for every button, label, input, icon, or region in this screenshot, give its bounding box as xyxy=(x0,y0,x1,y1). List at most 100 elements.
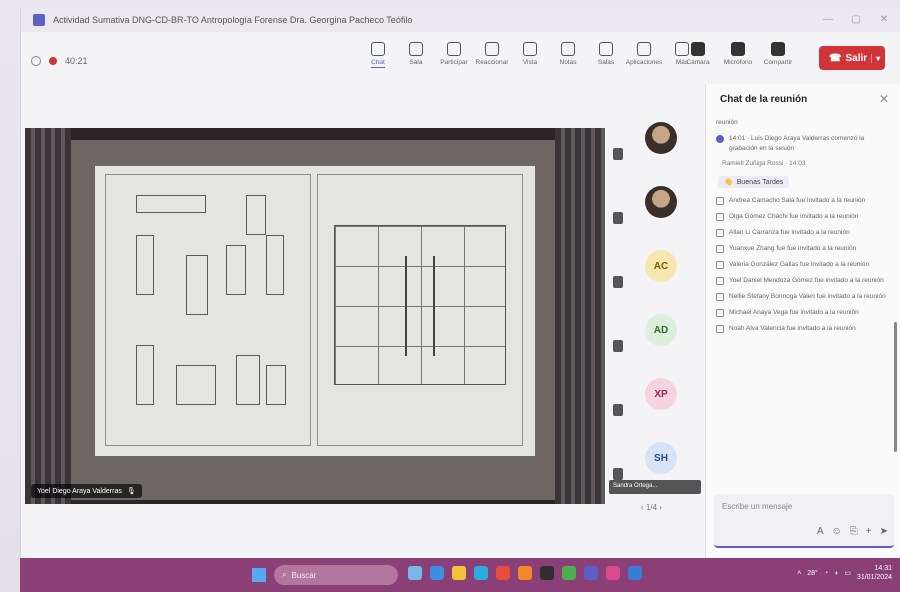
file-explorer-icon[interactable] xyxy=(452,566,466,580)
clock[interactable]: 14:31 31/01/2024 xyxy=(857,564,892,582)
recording-indicator-icon xyxy=(49,57,57,65)
presenter-name: Yoel Diego Araya Valderras xyxy=(37,487,122,495)
left-page-diagrams xyxy=(105,174,311,446)
chat-message-text: Michael Anaya Vega fue invitado a la reu… xyxy=(729,309,859,316)
toolbar-button-label: Reaccionar xyxy=(475,59,509,66)
chat-reaction[interactable]: 👋 Buenas Tardes xyxy=(718,176,790,188)
media-button-label: Cámara xyxy=(686,59,710,66)
teams-taskbar-icon[interactable] xyxy=(584,566,598,580)
edge-icon[interactable] xyxy=(430,566,444,580)
chat-message: Noah Alva Valencia fue invitado a la reu… xyxy=(716,324,892,334)
toolbar-button-reaction[interactable]: Reaccionar xyxy=(475,38,509,68)
person-joined-icon xyxy=(716,261,724,269)
clock-date: 31/01/2024 xyxy=(856,574,892,581)
emoji-icon: 👋 xyxy=(724,179,733,186)
chat-message-list[interactable]: reunión 14:01 · Luis Diego Araya Valderr… xyxy=(716,118,892,498)
toolbar-button-raise-hand[interactable]: Participar xyxy=(437,38,471,68)
chat-message-text: 14:01 · Luis Diego Araya Valderras comen… xyxy=(729,135,865,152)
close-icon[interactable]: ✕ xyxy=(879,92,889,106)
send-icon[interactable]: ➤ xyxy=(880,526,888,537)
media-button-share[interactable]: Compartir xyxy=(761,38,795,66)
wifi-icon[interactable]: ◔ xyxy=(824,570,828,577)
person-joined-icon xyxy=(716,277,724,285)
task-view-icon[interactable] xyxy=(408,566,422,580)
attach-icon[interactable]: ⎘ xyxy=(850,526,858,537)
app-icon[interactable] xyxy=(562,566,576,580)
toolbar-button-people[interactable]: Sala xyxy=(399,38,433,68)
toolbar-button-label: Vista xyxy=(522,59,538,66)
person-joined-icon xyxy=(716,245,724,253)
chat-panel: Chat de la reunión ✕ reunión 14:01 · Lui… xyxy=(705,84,900,558)
participant-tile[interactable] xyxy=(609,180,703,238)
security-shield-icon[interactable] xyxy=(31,56,41,66)
toolbar-button-apps[interactable]: Aplicaciones xyxy=(626,38,662,68)
media-button-camera[interactable]: Cámara xyxy=(681,38,715,66)
chat-scrollbar[interactable] xyxy=(894,322,897,452)
chat-message: Andrea Camacho Sala fue invitado a la re… xyxy=(716,196,892,206)
chat-message-text: Nellie Stefany Bonnoga Valeri fue invita… xyxy=(729,293,886,300)
microphone-muted-icon xyxy=(613,404,623,416)
participant-tile[interactable] xyxy=(609,116,703,174)
skeleton-figure xyxy=(266,365,286,405)
store-icon[interactable] xyxy=(474,566,488,580)
presenter-name-tag: Yoel Diego Araya Valderras 🎙 xyxy=(31,484,142,498)
toolbar-button-chat[interactable]: Chat xyxy=(361,38,395,68)
toolbar-button-label: Chat xyxy=(371,59,385,68)
skeleton-figure xyxy=(226,245,246,295)
reaction-icon xyxy=(485,42,499,56)
format-icon[interactable]: A xyxy=(817,526,824,537)
skeleton-figure xyxy=(186,255,208,315)
people-icon xyxy=(409,42,423,56)
chat-message-text: reunión xyxy=(716,119,738,126)
chat-message: Yoel Daniel Mendoza Gómez fue invitado a… xyxy=(716,276,892,286)
toolbar-button-label: Sala xyxy=(409,59,423,66)
meeting-tools: Chat Sala Participar Reaccionar Vista Notas Sa… xyxy=(361,38,699,68)
emoji-icon[interactable]: ☺ xyxy=(832,526,842,537)
raise-hand-icon xyxy=(447,42,461,56)
toolbar-button-notes[interactable]: Notas xyxy=(551,38,585,68)
toolbar-button-rooms[interactable]: Salas xyxy=(589,38,623,68)
skeleton-figure xyxy=(246,195,266,235)
participant-tiles: AC AD XP SH xyxy=(609,108,703,504)
microphone-muted-icon xyxy=(613,212,623,224)
windows-start-icon[interactable] xyxy=(252,568,266,582)
leave-label: Salir xyxy=(845,52,868,64)
microphone-muted-icon xyxy=(613,148,623,160)
gallery-pager[interactable]: ‹ 1/4 › xyxy=(641,503,662,512)
chevron-down-icon[interactable]: ▾ xyxy=(871,53,880,63)
toolbar-button-view[interactable]: Vista xyxy=(513,38,547,68)
taskbar-search[interactable]: ⌕ Buscar xyxy=(274,565,398,585)
pager-next-icon[interactable]: › xyxy=(659,503,662,512)
app-icon[interactable] xyxy=(606,566,620,580)
chevron-up-icon[interactable]: ˄ xyxy=(797,570,801,577)
close-window-button[interactable]: ✕ xyxy=(873,12,895,28)
chat-message: Nellie Stefany Bonnoga Valeri fue invita… xyxy=(716,292,892,302)
microphone-icon xyxy=(731,42,745,56)
chat-sender: Ramiell Zuñiga Rossi · 14:03 xyxy=(722,160,806,167)
compose-placeholder[interactable]: Escribe un mensaje xyxy=(722,502,792,511)
pager-value: 1/4 xyxy=(645,503,658,512)
word-icon[interactable] xyxy=(628,566,642,580)
chat-message-text: Allan Li Carranza fue invitado a la reun… xyxy=(729,229,850,236)
chrome-icon[interactable] xyxy=(496,566,510,580)
leave-meeting-button[interactable]: ☎ Salir ▾ xyxy=(819,46,885,70)
battery-icon[interactable]: ▭ xyxy=(844,569,851,577)
shared-video-stage[interactable]: Yoel Diego Araya Valderras 🎙 xyxy=(25,128,605,504)
participant-tile[interactable]: AC xyxy=(609,244,703,302)
media-button-microphone[interactable]: Micrófono xyxy=(721,38,755,66)
terminal-icon[interactable] xyxy=(540,566,554,580)
participant-tile[interactable]: XP xyxy=(609,372,703,430)
weather-value[interactable]: 28° xyxy=(807,570,818,577)
toolbar-button-label: Salas xyxy=(597,59,615,66)
windows-taskbar: ⌕ Buscar ˄ 28° ◔ ◖ ▭ 14:31 31/01/2024 xyxy=(20,558,900,592)
message-compose-box[interactable]: Escribe un mensaje A ☺ ⎘ + ➤ xyxy=(714,494,894,548)
minimize-button[interactable]: — xyxy=(817,12,839,28)
maximize-button[interactable]: ▢ xyxy=(845,12,867,28)
avatar xyxy=(645,122,677,154)
participant-tile[interactable]: AD xyxy=(609,308,703,366)
add-icon[interactable]: + xyxy=(866,526,872,537)
skeleton-figure xyxy=(136,345,154,405)
firefox-icon[interactable] xyxy=(518,566,532,580)
skeleton-figure xyxy=(266,235,284,295)
speaker-icon[interactable]: ◖ xyxy=(834,570,838,577)
